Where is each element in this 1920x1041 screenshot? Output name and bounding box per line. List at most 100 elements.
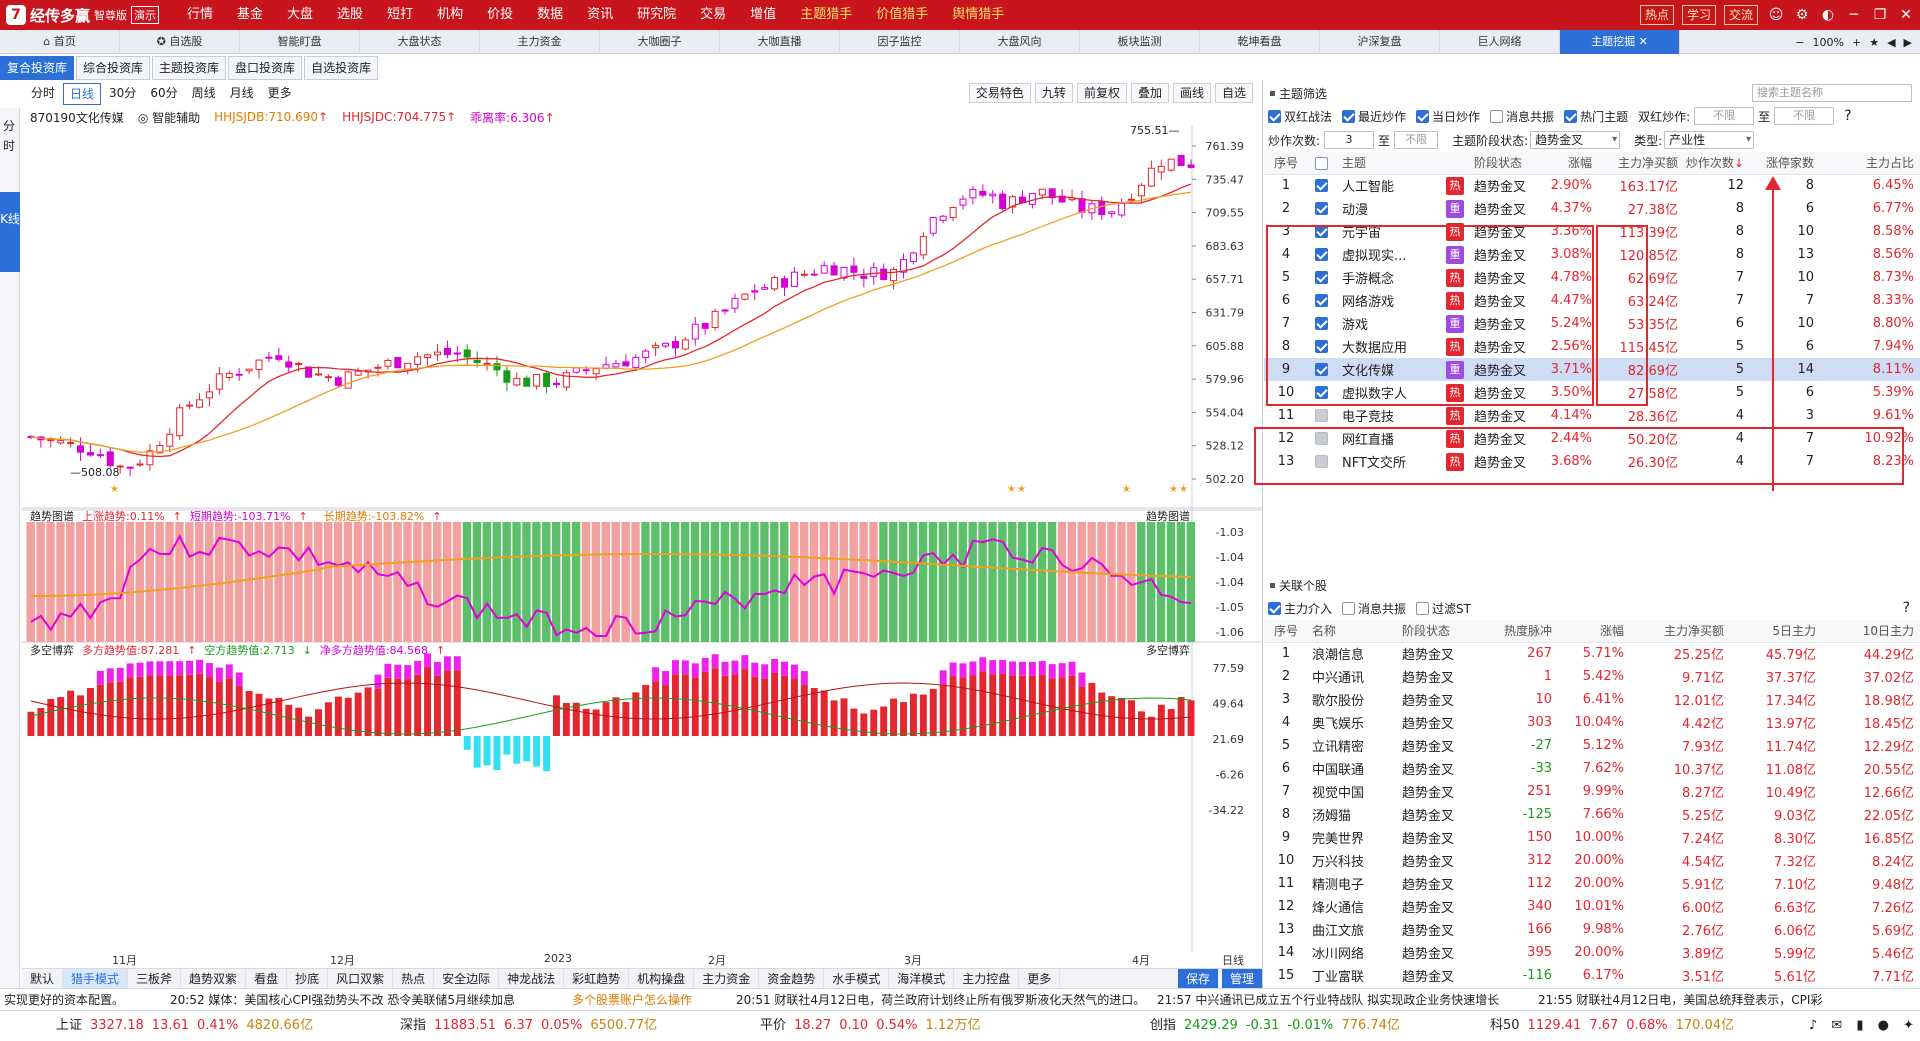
tab-2[interactable]: 智能盯盘 <box>240 29 360 54</box>
stock-row[interactable]: 5 立讯精密 趋势金叉 -27 5.12% 7.93亿 11.74亿 12.29亿 <box>1264 734 1920 757</box>
checkbox[interactable] <box>1315 432 1328 445</box>
row-check[interactable] <box>1308 220 1338 243</box>
indicator-9[interactable]: 神龙战法 <box>499 968 565 989</box>
demo-badge[interactable]: 演示 <box>131 6 160 24</box>
theme-filter-2[interactable]: 当日炒作 <box>1416 108 1480 125</box>
hotspot-button[interactable]: 热点 <box>1639 5 1674 25</box>
stock-name[interactable]: 精测电子 <box>1308 872 1398 895</box>
period-4[interactable]: 周线 <box>186 83 222 105</box>
back-icon[interactable]: ◀ <box>1887 36 1895 49</box>
period-3[interactable]: 60分 <box>144 83 183 105</box>
indicator-6[interactable]: 风口双紫 <box>328 968 394 989</box>
theme-name[interactable]: 网络游戏 <box>1338 289 1440 312</box>
stock-row[interactable]: 9 完美世界 趋势金叉 150 10.00% 7.24亿 8.30亿 16.85亿 <box>1264 826 1920 849</box>
help-icon[interactable]: ? <box>1903 600 1910 616</box>
checkbox[interactable] <box>1315 294 1328 307</box>
stock-row[interactable]: 11 精测电子 趋势金叉 112 20.00% 5.91亿 7.10亿 9.48亿 <box>1264 872 1920 895</box>
checkbox[interactable] <box>1315 271 1328 284</box>
theme-row[interactable]: 1 人工智能热趋势金叉 2.90% 163.17亿 12 8 6.45% <box>1264 174 1920 197</box>
index-4[interactable]: 科50 1129.41 7.67 0.68% 170.04亿 <box>1490 1011 1742 1041</box>
theme-row[interactable]: 13 NFT文交所热趋势金叉 3.68% 26.30亿 4 7 8.23% <box>1264 450 1920 473</box>
menu-10[interactable]: 交易 <box>688 0 738 30</box>
row-check[interactable] <box>1308 174 1338 197</box>
tab-9[interactable]: 板块监测 <box>1080 29 1200 54</box>
stock-row[interactable]: 2 中兴通讯 趋势金叉 1 5.42% 9.71亿 37.37亿 37.02亿 <box>1264 665 1920 688</box>
indicator-5[interactable]: 抄底 <box>287 968 329 989</box>
col-header[interactable]: 10日主力 <box>1822 620 1920 643</box>
indicator-17[interactable]: 更多 <box>1019 968 1061 989</box>
checkbox[interactable] <box>1342 601 1356 615</box>
checkbox[interactable] <box>1315 179 1328 193</box>
row-check[interactable] <box>1308 312 1338 335</box>
col-header[interactable]: 涨幅 <box>1542 152 1598 175</box>
theme-row[interactable]: 4 虚拟现实... 重趋势金叉 3.08% 120.85亿 8 13 8.56% <box>1264 243 1920 266</box>
menu-11[interactable]: 增值 <box>738 0 788 30</box>
period-1[interactable]: 日线 <box>63 83 102 105</box>
index-1[interactable]: 深指 11883.51 6.37 0.05% 6500.77亿 <box>400 1011 665 1041</box>
theme-filter-1[interactable]: 最近炒作 <box>1342 108 1406 125</box>
period-5[interactable]: 月线 <box>224 83 260 105</box>
chart-tool-0[interactable]: 交易特色 <box>968 83 1031 103</box>
checkbox[interactable] <box>1416 601 1430 615</box>
indicator-12[interactable]: 主力资金 <box>694 968 760 989</box>
tab-10[interactable]: 乾坤看盘 <box>1200 29 1320 54</box>
row-check[interactable] <box>1308 450 1338 473</box>
theme-name[interactable]: 人工智能 <box>1338 174 1440 197</box>
type-select[interactable]: 产业性 <box>1664 131 1755 149</box>
checkbox[interactable] <box>1268 109 1281 123</box>
zoom-out-icon[interactable]: − <box>1795 36 1804 49</box>
checkbox[interactable] <box>1268 601 1281 615</box>
theme-row[interactable]: 7 游戏重趋势金叉 5.24% 53.35亿 6 10 8.80% <box>1264 312 1920 335</box>
stock-row[interactable]: 8 汤姆猫 趋势金叉 -125 7.66% 5.25亿 9.03亿 22.05亿 <box>1264 803 1920 826</box>
stock-row[interactable]: 12 烽火通信 趋势金叉 340 10.01% 6.00亿 6.63亿 7.26亿 <box>1264 895 1920 918</box>
col-header[interactable]: 涨停家数 <box>1750 152 1820 175</box>
theme-name[interactable]: 虚拟数字人 <box>1338 381 1440 404</box>
stock-name[interactable]: 曲江文旅 <box>1308 918 1398 941</box>
index-3[interactable]: 创指 2429.29 -0.31 -0.01% 776.74亿 <box>1150 1011 1408 1041</box>
theme-name[interactable]: 元宇宙 <box>1338 220 1440 243</box>
count-from-input[interactable]: 3 <box>1324 131 1375 149</box>
checkbox[interactable] <box>1490 109 1504 123</box>
count-to-input[interactable]: 不限 <box>1394 131 1439 149</box>
stock-row[interactable]: 7 视觉中国 趋势金叉 251 9.99% 8.27亿 10.49亿 12.66亿 <box>1264 780 1920 803</box>
checkbox[interactable] <box>1342 109 1356 123</box>
help-icon[interactable]: ? <box>1844 108 1851 124</box>
stock-name[interactable]: 立讯精密 <box>1308 734 1398 757</box>
theme-name[interactable]: 文化传媒 <box>1338 358 1440 381</box>
stock-row[interactable]: 4 奥飞娱乐 趋势金叉 303 10.04% 4.42亿 13.97亿 18.45亿 <box>1264 711 1920 734</box>
ticker-ad[interactable]: 多个股票账户怎么操作 <box>572 989 692 1010</box>
star-icon[interactable]: ✦ <box>1903 1018 1914 1033</box>
col-header[interactable]: 主力占比 <box>1820 152 1920 175</box>
row-check[interactable] <box>1308 427 1338 450</box>
period-6[interactable]: 更多 <box>262 83 298 105</box>
theme-filter-0[interactable]: 双红战法 <box>1268 108 1332 125</box>
stock-filter-2[interactable]: 过滤ST <box>1416 600 1471 617</box>
record-icon[interactable]: ● <box>1878 1018 1889 1033</box>
index-2[interactable]: 平价 18.27 0.10 0.54% 1.12万亿 <box>760 1011 988 1041</box>
col-header[interactable]: 序号 <box>1264 152 1308 175</box>
library-tab-1[interactable]: 综合投资库 <box>76 56 151 80</box>
theme-row[interactable]: 2 动漫重趋势金叉 4.37% 27.38亿 8 6 6.77% <box>1264 197 1920 220</box>
zoom-in-icon[interactable]: + <box>1852 36 1861 49</box>
col-header[interactable]: 阶段状态 <box>1470 152 1542 175</box>
stock-name[interactable]: 浪潮信息 <box>1308 642 1398 665</box>
stock-row[interactable]: 15 丁业富联 趋势金叉 -116 6.17% 3.51亿 5.61亿 7.71亿 <box>1264 964 1920 987</box>
splitter[interactable] <box>1262 80 1263 988</box>
col-header[interactable]: 主力净买额 <box>1630 620 1730 643</box>
stock-row[interactable]: 14 冰川网络 趋势金叉 395 20.00% 3.89亿 5.99亿 5.46亿 <box>1264 941 1920 964</box>
stock-name[interactable]: 完美世界 <box>1308 826 1398 849</box>
indicator-2[interactable]: 三板斧 <box>128 968 182 989</box>
period-2[interactable]: 30分 <box>103 83 142 105</box>
stock-filter-0[interactable]: 主力介入 <box>1268 600 1332 617</box>
library-tab-0[interactable]: 复合投资库 <box>0 56 75 80</box>
library-tab-4[interactable]: 自选投资库 <box>304 56 379 80</box>
menu-14[interactable]: 舆情猎手 <box>940 0 1016 30</box>
tab-4[interactable]: 主力资金 <box>480 29 600 54</box>
stock-filter-1[interactable]: 消息共振 <box>1342 600 1406 617</box>
ticker-item[interactable]: 21:57 中兴通讯已成立五个行业特战队 拟实现政企业务快速增长 <box>1157 989 1499 1010</box>
kline-chart[interactable]: 761.39 735.47 709.55 683.63 657.71 631.79 605.… <box>22 126 1262 952</box>
stock-row[interactable]: 1 浪潮信息 趋势金叉 267 5.71% 25.25亿 45.79亿 44.29亿 <box>1264 642 1920 665</box>
theme-row[interactable]: 12 网红直播热趋势金叉 2.44% 50.20亿 4 7 10.92% <box>1264 427 1920 450</box>
row-check[interactable] <box>1308 381 1338 404</box>
theme-row[interactable]: 11 电子竞技热趋势金叉 4.14% 28.36亿 4 3 9.61% <box>1264 404 1920 427</box>
